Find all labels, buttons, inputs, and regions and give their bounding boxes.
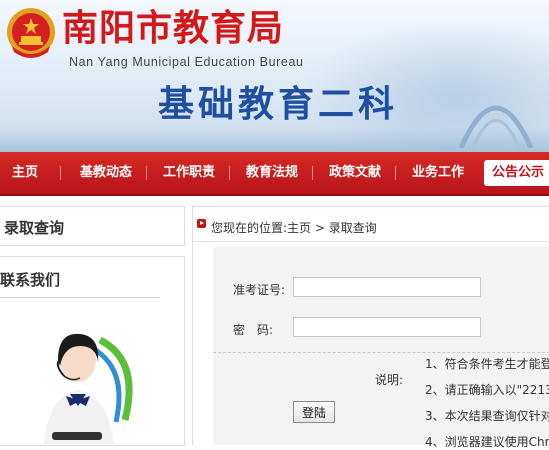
notes-label: 说明: (375, 373, 404, 387)
sidebar-query-title[interactable]: 录取查询 (4, 217, 64, 238)
nav-separator (146, 166, 147, 180)
note-item: 4、浏览器建议使用Chro (425, 435, 549, 449)
national-emblem-icon (7, 8, 55, 58)
nav-separator (312, 166, 313, 180)
nav-item-business[interactable]: 业务工作 (412, 152, 464, 194)
note-item: 3、本次结果查询仅针对 (425, 409, 549, 423)
nav-item-news[interactable]: 基教动态 (80, 152, 132, 194)
exam-number-label: 准考证号: (233, 283, 286, 297)
login-button[interactable]: 登陆 (293, 401, 335, 423)
header-banner: 南阳市教育局 Nan Yang Municipal Education Bure… (0, 0, 549, 152)
site-title: 南阳市教育局 (62, 7, 285, 49)
nav-separator (395, 166, 396, 180)
nav-item-duties[interactable]: 工作职责 (163, 152, 215, 194)
form-divider (213, 352, 549, 353)
password-label: 密 码: (233, 323, 274, 337)
query-form: 准考证号: 密 码: 说明: 1、符合条件考生才能登 2、请正确输入以"2213… (213, 247, 549, 449)
breadcrumb: 您现在的位置:主页 > 录取查询 (211, 221, 377, 235)
sidebar-contact-divider (0, 297, 160, 298)
department-title: 基础教育二科 (158, 83, 399, 125)
site-subtitle: Nan Yang Municipal Education Bureau (69, 55, 304, 69)
customer-service-illustration (44, 333, 133, 444)
sidebar-contact-title: 联系我们 (0, 271, 61, 289)
main-nav: 主页 基教动态 工作职责 教育法规 政策文献 业务工作 公告公示 (0, 152, 549, 196)
banner-arch-graphic (458, 105, 534, 148)
main-content: 您现在的位置:主页 > 录取查询 准考证号: 密 码: 说明: 1、符合条件考生… (192, 206, 549, 449)
password-input[interactable] (293, 317, 481, 337)
nav-item-announcements[interactable]: 公告公示 (484, 160, 549, 186)
nav-separator (229, 166, 230, 180)
note-item: 2、请正确输入以"2213 (425, 383, 549, 397)
breadcrumb-arrow-icon (197, 219, 206, 228)
nav-item-policies[interactable]: 政策文献 (329, 152, 381, 194)
sidebar-query-box: 录取查询 (0, 206, 185, 246)
nav-item-regulations[interactable]: 教育法规 (246, 152, 298, 194)
nav-separator (60, 166, 61, 180)
nav-item-home[interactable]: 主页 (12, 152, 38, 194)
exam-number-input[interactable] (293, 277, 481, 297)
breadcrumb-divider (193, 241, 549, 242)
note-item: 1、符合条件考生才能登 (425, 357, 549, 371)
